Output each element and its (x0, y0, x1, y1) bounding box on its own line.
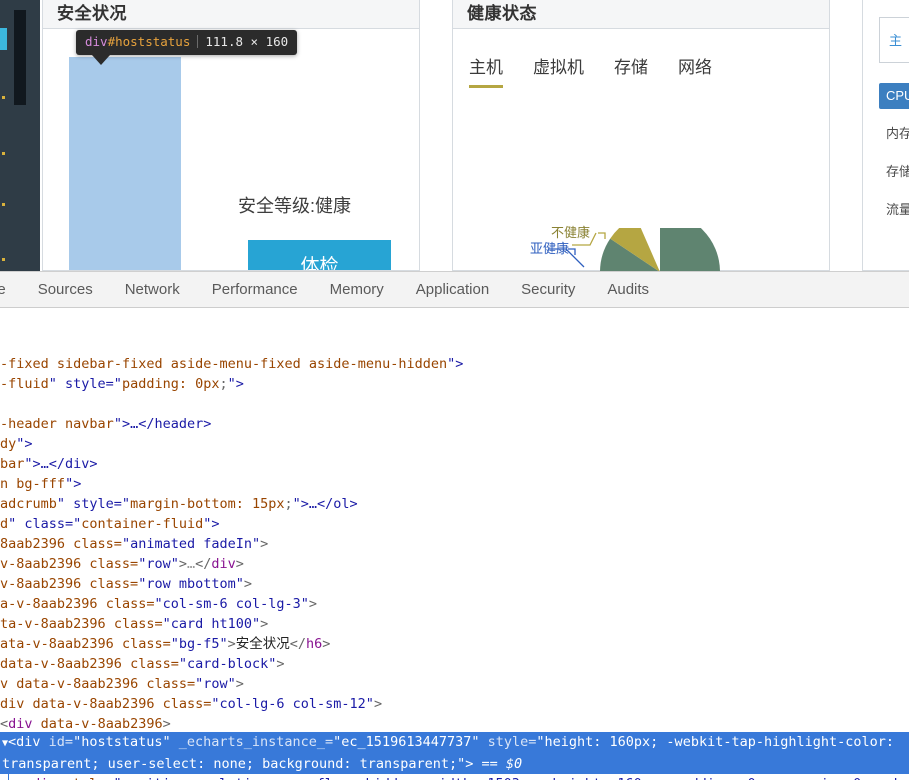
health-card-header: 健康状态 (453, 0, 829, 29)
pie-label-subhealthy: 亚健康 (530, 241, 570, 256)
hoststatus-chart-highlight[interactable] (69, 57, 181, 270)
right-side-panel: 主 CPU 内存 存储 流量 (862, 0, 909, 271)
devtools-tab-memory[interactable]: Memory (314, 272, 400, 307)
health-check-button[interactable]: 体检 (248, 240, 391, 270)
health-card-title: 健康状态 (467, 4, 537, 23)
devtools-tab-application[interactable]: Application (400, 272, 505, 307)
devtools-tabbar: le Sources Network Performance Memory Ap… (0, 272, 909, 308)
side-panel-box[interactable]: 主 (879, 17, 909, 63)
sidebar-dot-icon (2, 152, 5, 155)
pie-slice-healthy (660, 228, 720, 271)
code-line[interactable]: a-v-8aab2396 class="col-sm-6 col-lg-3"> (0, 594, 909, 614)
devtools-tab-console[interactable]: le (0, 272, 22, 307)
indent-guide (8, 774, 9, 780)
code-line[interactable]: ata-v-8aab2396 class="bg-f5">安全状况</h6> (0, 634, 909, 654)
tooltip-element-id: #hoststatus (107, 34, 191, 49)
devtools-tab-sources[interactable]: Sources (22, 272, 109, 307)
child-dom-node[interactable]: ▼<div style="position: relative; overflo… (18, 774, 909, 780)
code-line[interactable]: dy"> (0, 434, 909, 454)
security-card-title: 安全状况 (57, 4, 127, 23)
code-line[interactable]: v data-v-8aab2396 class="row"> (0, 674, 909, 694)
tooltip-separator (197, 35, 199, 48)
code-line[interactable]: v-8aab2396 class="row">…</div> (0, 554, 909, 574)
side-panel-item-traffic[interactable]: 流量 (886, 199, 909, 218)
inspector-tooltip: div#hoststatus 111.8 × 160 (76, 30, 298, 65)
code-line[interactable]: adcrumb" style="margin-bottom: 15px;">…<… (0, 494, 909, 514)
screenshot-root: 安全状况 安全等级:健康 体检 健康状态 主机 虚拟机 存储 网络 不健康 亚健… (0, 0, 909, 780)
rendered-page-region: 安全状况 安全等级:健康 体检 健康状态 主机 虚拟机 存储 网络 不健康 亚健… (0, 0, 909, 271)
code-line[interactable]: -header navbar">…</header> (0, 414, 909, 434)
code-line[interactable]: -fixed sidebar-fixed aside-menu-fixed as… (0, 354, 909, 374)
code-line[interactable]: -fluid" style="padding: 0px;"> (0, 374, 909, 394)
devtools-tab-security[interactable]: Security (505, 272, 591, 307)
code-line[interactable]: n bg-fff"> (0, 474, 909, 494)
devtools-panel: le Sources Network Performance Memory Ap… (0, 271, 909, 780)
tab-network[interactable]: 网络 (678, 53, 712, 88)
elements-tree[interactable]: -fixed sidebar-fixed aside-menu-fixed as… (0, 308, 909, 780)
code-line[interactable]: v-8aab2396 class="row mbottom"> (0, 574, 909, 594)
tooltip-arrow-icon (92, 55, 110, 65)
side-panel-item-memory[interactable]: 内存 (886, 123, 909, 142)
expand-triangle-icon: ▼ (2, 738, 9, 749)
tab-storage[interactable]: 存储 (614, 53, 648, 88)
code-line[interactable]: ta-v-8aab2396 class="card ht100"> (0, 614, 909, 634)
leader-tick-unhealthy (598, 232, 606, 239)
tab-virtual-machine[interactable]: 虚拟机 (533, 53, 584, 88)
sidebar-dot-icon (2, 258, 5, 261)
devtools-tab-performance[interactable]: Performance (196, 272, 314, 307)
side-panel-cpu-button[interactable]: CPU (879, 83, 909, 109)
health-tabs: 主机 虚拟机 存储 网络 (469, 53, 712, 88)
app-sidebar (0, 0, 40, 271)
code-line[interactable]: bar">…</div> (0, 454, 909, 474)
sidebar-dot-icon (2, 203, 5, 206)
sidebar-dot-icon (2, 96, 5, 99)
app-sidebar-scrollbar[interactable] (14, 10, 26, 105)
code-line[interactable]: d" class="container-fluid"> (0, 514, 909, 534)
security-level-label: 安全等级:健康 (238, 196, 352, 216)
code-line[interactable]: <div data-v-8aab2396> (0, 714, 909, 734)
security-card-header: 安全状况 (43, 0, 419, 29)
side-panel-box-text: 主 (889, 33, 903, 48)
code-line[interactable] (0, 394, 909, 414)
devtools-tab-network[interactable]: Network (109, 272, 196, 307)
side-panel-item-storage[interactable]: 存储 (886, 161, 909, 180)
code-line[interactable]: 8aab2396 class="animated fadeIn"> (0, 534, 909, 554)
selected-dom-node[interactable]: ▼<div id="hoststatus" _echarts_instance_… (0, 732, 909, 774)
code-line[interactable]: div data-v-8aab2396 class="col-lg-6 col-… (0, 694, 909, 714)
code-line[interactable]: data-v-8aab2396 class="card-block"> (0, 654, 909, 674)
sidebar-badge-icon[interactable] (0, 28, 7, 50)
devtools-tab-audits[interactable]: Audits (591, 272, 665, 307)
tab-host[interactable]: 主机 (469, 53, 503, 88)
tooltip-dimensions: 111.8 × 160 (205, 34, 289, 49)
tooltip-tag-name: div (85, 34, 108, 49)
security-card-body: 安全等级:健康 体检 (43, 29, 419, 270)
